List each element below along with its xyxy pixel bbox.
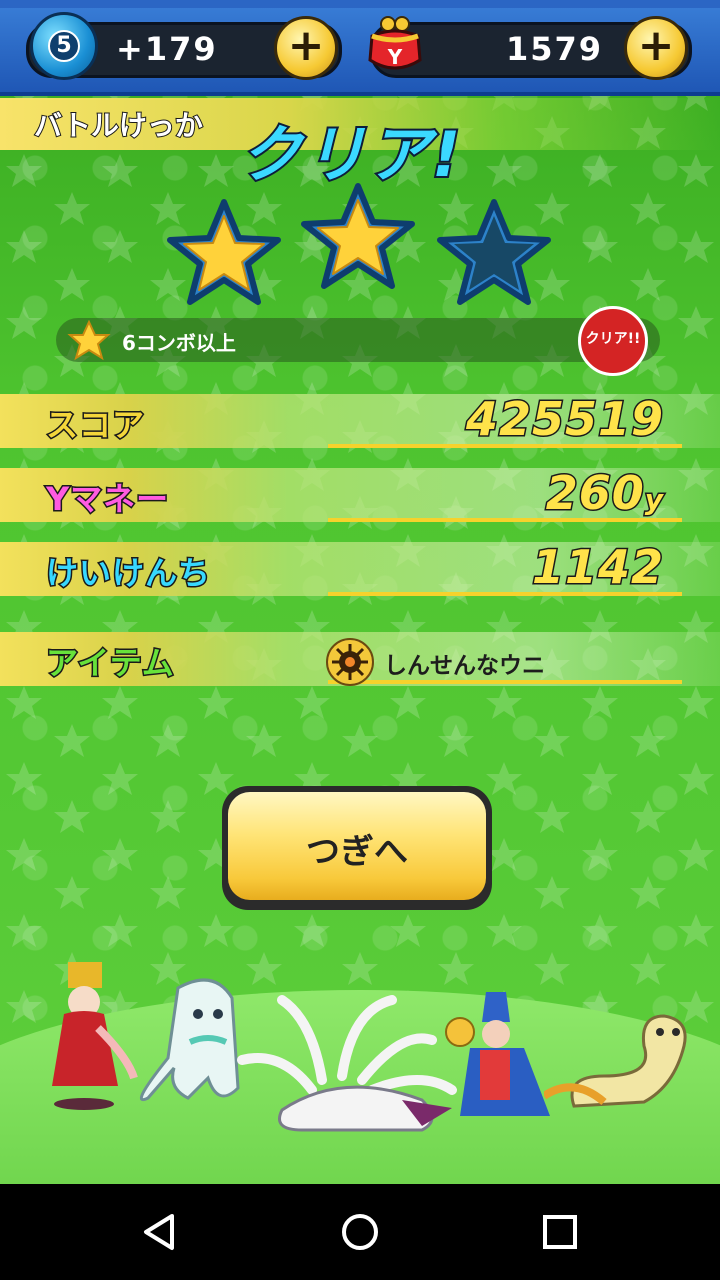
result-header: バトルけっか bbox=[33, 108, 204, 143]
item-label: アイテム bbox=[45, 643, 176, 684]
orb-plus-amount: +179 bbox=[116, 30, 218, 68]
star-2-icon bbox=[301, 183, 415, 289]
stat-value: 425519 bbox=[464, 391, 664, 448]
stat-row-score: スコア 425519 bbox=[0, 391, 720, 448]
back-icon[interactable] bbox=[136, 1208, 184, 1256]
next-button-label: つぎへ bbox=[306, 832, 408, 872]
stat-value: 260y bbox=[544, 465, 664, 522]
princess-character bbox=[52, 962, 138, 1110]
orb-count: 5 bbox=[48, 30, 80, 62]
stat-label: スコア bbox=[44, 405, 146, 446]
stat-row-exp: けいけんち 1142 bbox=[0, 539, 720, 596]
item-row: アイテム しんせんなウニ bbox=[0, 632, 720, 686]
add-orb-button[interactable]: + bbox=[274, 16, 338, 80]
stat-label: Yマネー bbox=[44, 479, 170, 520]
game-screen: 5 +179 + Y 1579 + バトルけっか クリア! 6コンボ以上 クリア… bbox=[0, 0, 720, 1184]
star-1-icon bbox=[167, 199, 281, 305]
condition-text: 6コンボ以上 bbox=[122, 331, 236, 355]
home-icon[interactable] bbox=[336, 1208, 384, 1256]
recents-icon[interactable] bbox=[536, 1208, 584, 1256]
clear-badge: クリア!! bbox=[578, 306, 648, 376]
stat-value: 1142 bbox=[530, 539, 664, 596]
star-3-empty-icon bbox=[437, 199, 551, 305]
svg-text:Y: Y bbox=[387, 45, 403, 69]
next-button[interactable]: つぎへ bbox=[222, 786, 492, 910]
top-currency-bar: 5 +179 + Y 1579 + bbox=[0, 0, 720, 96]
stat-row-money: Yマネー 260y bbox=[0, 465, 720, 522]
condition-star-icon bbox=[67, 320, 111, 361]
item-name: しんせんなウニ bbox=[384, 653, 545, 679]
snake-character bbox=[544, 1014, 687, 1108]
money-amount: 1579 bbox=[506, 30, 604, 68]
stat-label: けいけんち bbox=[44, 553, 212, 594]
sea-urchin-icon bbox=[326, 638, 374, 686]
system-nav-bar bbox=[0, 1184, 720, 1280]
stat-unit: y bbox=[643, 482, 664, 518]
money-purse-icon: Y bbox=[368, 16, 422, 70]
add-money-button[interactable]: + bbox=[624, 16, 688, 80]
